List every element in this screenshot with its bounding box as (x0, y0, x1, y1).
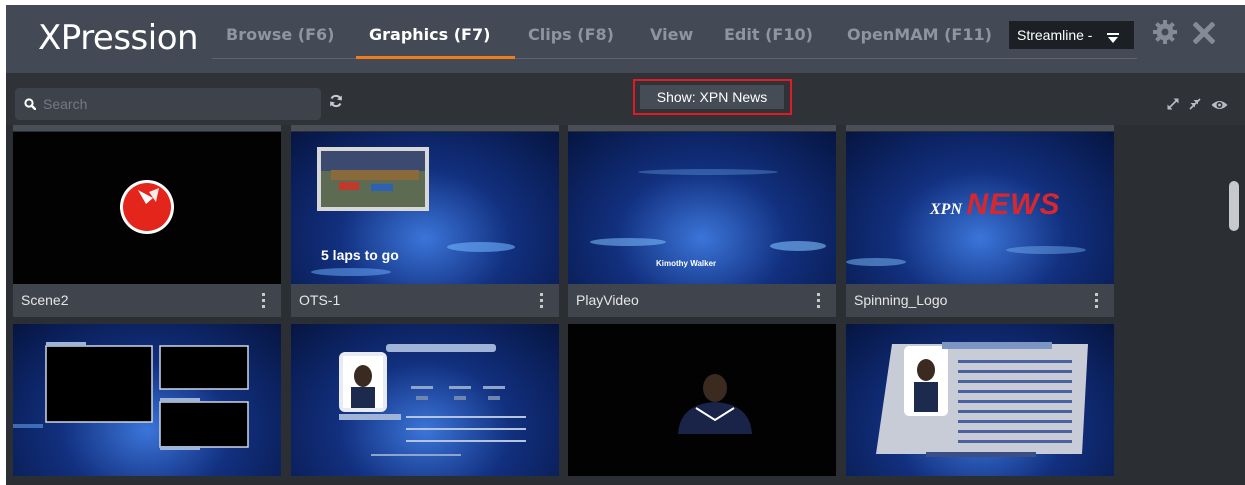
row-separator (846, 125, 1114, 131)
tab-view[interactable]: View (650, 25, 693, 44)
mode-select-value: Streamline - (1017, 27, 1093, 43)
scene-thumbnail: Kimothy Walker (568, 132, 836, 284)
xpression-logo-icon (120, 180, 174, 234)
scene-thumbnail (291, 324, 559, 476)
scene-caption: Spinning_Logo (846, 284, 1114, 317)
scene-thumbnail (13, 324, 281, 476)
scene-name: Scene2 (21, 292, 69, 308)
row-separator (13, 125, 281, 131)
gear-icon[interactable] (1152, 19, 1178, 45)
row-separator (568, 125, 836, 131)
more-options-icon[interactable] (540, 293, 544, 309)
search-input[interactable] (43, 93, 303, 115)
eye-icon[interactable] (1211, 98, 1228, 116)
scene-thumbnail (13, 132, 281, 284)
overlay-text: 5 laps to go (321, 247, 399, 263)
scene-thumbnail: XPN NEWS (846, 132, 1114, 284)
chevron-down-icon (1107, 30, 1119, 46)
scene-caption: PlayVideo (568, 284, 836, 317)
search-icon (24, 98, 36, 110)
tab-openmam[interactable]: OpenMAM (F11) (847, 25, 992, 44)
show-selector-button[interactable]: Show: XPN News (640, 85, 784, 109)
app-logo: XPression (38, 18, 199, 58)
scene-grid: Scene2 5 laps to go OTS-1 Kimothy Walker… (6, 125, 1226, 485)
expand-icon[interactable] (1166, 97, 1180, 116)
close-icon[interactable] (1193, 22, 1215, 44)
search-box (15, 88, 321, 120)
header-bar: XPression Browse (F6) Graphics (F7) Clip… (6, 5, 1245, 73)
collapse-icon[interactable] (1188, 97, 1202, 116)
scene-name: Spinning_Logo (854, 292, 948, 308)
tab-edit[interactable]: Edit (F10) (724, 25, 813, 44)
xpn-news-logo: XPN NEWS (930, 188, 1061, 221)
scene-thumbnail: 5 laps to go (291, 132, 559, 284)
tab-graphics[interactable]: Graphics (F7) (369, 25, 490, 44)
scrollbar-thumb[interactable] (1229, 181, 1239, 231)
toolbar: Show: XPN News (6, 73, 1245, 125)
scene-thumbnail (568, 324, 836, 476)
app-window: XPression Browse (F6) Graphics (F7) Clip… (6, 5, 1245, 485)
tab-clips[interactable]: Clips (F8) (528, 25, 614, 44)
overlay-text: Kimothy Walker (656, 259, 717, 268)
scrollbar-track[interactable] (1226, 125, 1245, 485)
mode-select[interactable]: Streamline - (1009, 21, 1134, 49)
scene-name: OTS-1 (299, 292, 341, 308)
tab-browse[interactable]: Browse (F6) (226, 25, 335, 44)
active-tab-indicator (356, 56, 515, 59)
more-options-icon[interactable] (1095, 293, 1099, 309)
scene-name: PlayVideo (576, 292, 639, 308)
tabs-baseline (212, 58, 1137, 59)
more-options-icon[interactable] (262, 293, 266, 309)
row-separator (291, 125, 559, 131)
scene-thumbnail (846, 324, 1114, 476)
scene-caption: Scene2 (13, 284, 281, 317)
more-options-icon[interactable] (817, 293, 821, 309)
refresh-icon[interactable] (329, 94, 343, 113)
scene-caption: OTS-1 (291, 284, 559, 317)
